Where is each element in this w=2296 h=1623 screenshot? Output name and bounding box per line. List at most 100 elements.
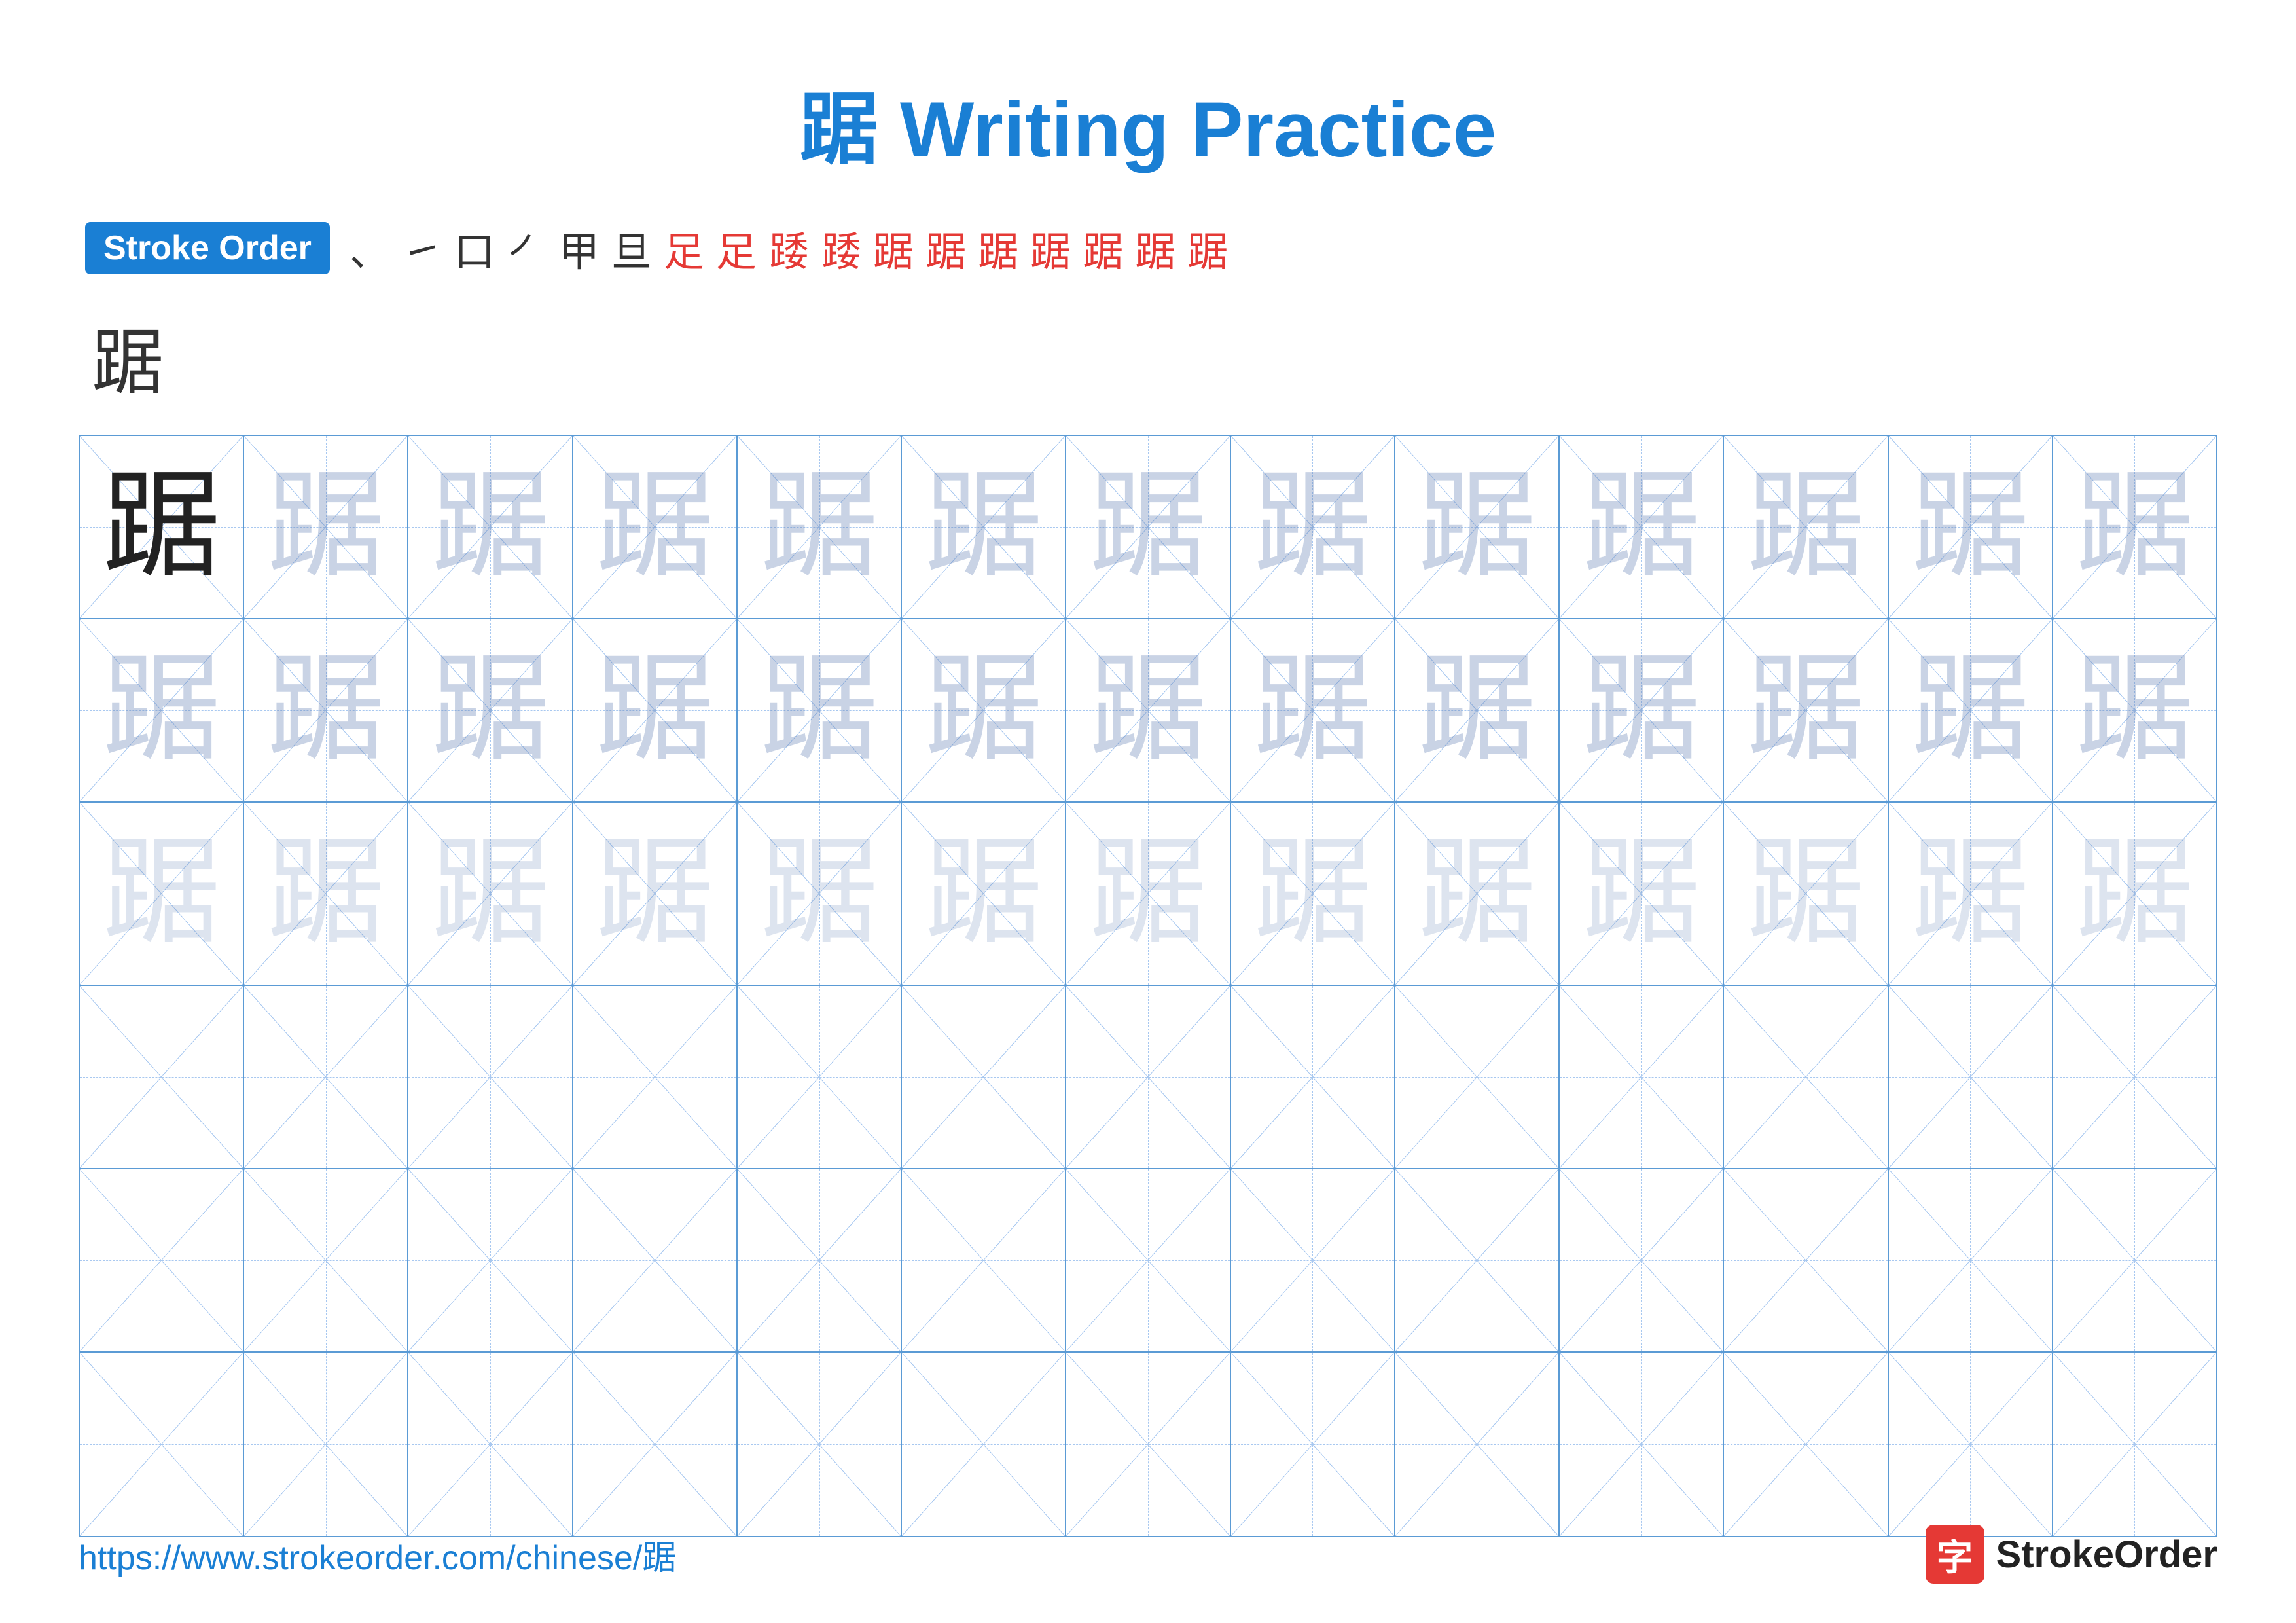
cell-3-11: 踞 [1724,803,1888,986]
cell-1-13: 踞 [2053,436,2216,619]
cell-5-13 [2053,1169,2216,1353]
cell-4-5 [738,986,902,1169]
practice-char-3-8: 踞 [1253,835,1371,953]
cell-6-1 [80,1353,244,1536]
stroke-16: 踞 [1135,219,1175,278]
practice-char-1-6: 踞 [925,468,1043,586]
char-display: 踞 [79,304,2217,409]
stroke-8: 足 [716,219,757,278]
practice-char-3-10: 踞 [1583,835,1700,953]
cell-4-2 [244,986,408,1169]
stroke-3: 口 [454,219,495,278]
cell-1-1: 踞 [80,436,244,619]
cell-3-3: 踞 [408,803,573,986]
practice-char-3-9: 踞 [1418,835,1535,953]
cell-1-7: 踞 [1066,436,1230,619]
footer-url[interactable]: https://www.strokeorder.com/chinese/踞 [79,1530,676,1579]
cell-3-4: 踞 [573,803,738,986]
cell-1-6: 踞 [902,436,1066,619]
practice-char-3-3: 踞 [431,835,549,953]
practice-char-1-11: 踞 [1747,468,1865,586]
strokeorder-icon: 字 [1926,1525,1984,1584]
grid-row-5 [80,1169,2216,1353]
cell-2-13: 踞 [2053,619,2216,803]
cell-6-11 [1724,1353,1888,1536]
cell-6-5 [738,1353,902,1536]
stroke-6: 旦 [611,219,652,278]
cell-5-12 [1889,1169,2053,1353]
cell-1-9: 踞 [1395,436,1560,619]
cell-6-9 [1395,1353,1560,1536]
cell-2-6: 踞 [902,619,1066,803]
cell-6-2 [244,1353,408,1536]
stroke-7: 足 [664,219,704,278]
cell-3-9: 踞 [1395,803,1560,986]
cell-4-6 [902,986,1066,1169]
practice-char-2-10: 踞 [1583,651,1700,769]
grid-row-6 [80,1353,2216,1536]
cell-4-8 [1231,986,1395,1169]
grid-row-1: 踞 踞 踞 踞 踞 踞 踞 [80,436,2216,619]
cell-4-10 [1560,986,1724,1169]
page-title: 踞 Writing Practice [79,65,2217,179]
practice-char-3-2: 踞 [267,835,385,953]
practice-char-3-12: 踞 [1911,835,2029,953]
stroke-1: 、 [350,219,390,278]
cell-6-4 [573,1353,738,1536]
cell-2-5: 踞 [738,619,902,803]
practice-char-1-8: 踞 [1253,468,1371,586]
practice-char-2-4: 踞 [596,651,713,769]
cell-1-2: 踞 [244,436,408,619]
practice-char-2-3: 踞 [431,651,549,769]
practice-char-1-1: 踞 [103,468,221,586]
cell-3-2: 踞 [244,803,408,986]
cell-4-12 [1889,986,2053,1169]
practice-char-2-13: 踞 [2075,651,2193,769]
cell-5-1 [80,1169,244,1353]
cell-1-11: 踞 [1724,436,1888,619]
title-chinese-char: 踞 [800,86,878,173]
cell-2-1: 踞 [80,619,244,803]
cell-3-5: 踞 [738,803,902,986]
cell-1-8: 踞 [1231,436,1395,619]
cell-2-7: 踞 [1066,619,1230,803]
grid-row-2: 踞 踞 踞 踞 踞 踞 踞 [80,619,2216,803]
stroke-chars: 、 ㇀ 口 ㇒ 甲 旦 足 足 踒 踒 踞 踞 踞 踞 踞 踞 踞 [350,219,1228,278]
cell-5-6 [902,1169,1066,1353]
cell-4-1 [80,986,244,1169]
practice-char-1-12: 踞 [1911,468,2029,586]
practice-char-2-7: 踞 [1089,651,1207,769]
cell-3-13: 踞 [2053,803,2216,986]
cell-6-8 [1231,1353,1395,1536]
practice-char-2-5: 踞 [761,651,878,769]
practice-char-3-13: 踞 [2075,835,2193,953]
cell-2-4: 踞 [573,619,738,803]
stroke-order-badge: Stroke Order [85,222,330,274]
cell-6-3 [408,1353,573,1536]
title-text: Writing Practice [878,86,1497,173]
cell-6-10 [1560,1353,1724,1536]
cell-1-12: 踞 [1889,436,2053,619]
cell-4-9 [1395,986,1560,1169]
cell-6-7 [1066,1353,1230,1536]
cell-5-5 [738,1169,902,1353]
practice-char-1-7: 踞 [1089,468,1207,586]
cell-4-4 [573,986,738,1169]
practice-char-2-1: 踞 [103,651,221,769]
cell-1-3: 踞 [408,436,573,619]
practice-char-3-7: 踞 [1089,835,1207,953]
cell-2-3: 踞 [408,619,573,803]
cell-1-4: 踞 [573,436,738,619]
cell-3-12: 踞 [1889,803,2053,986]
practice-char-2-12: 踞 [1911,651,2029,769]
stroke-14: 踞 [1030,219,1071,278]
cell-4-3 [408,986,573,1169]
practice-char-2-11: 踞 [1747,651,1865,769]
cell-5-10 [1560,1169,1724,1353]
practice-char-3-1: 踞 [103,835,221,953]
cell-3-10: 踞 [1560,803,1724,986]
stroke-15: 踞 [1083,219,1123,278]
cell-5-3 [408,1169,573,1353]
stroke-5: 甲 [559,219,600,278]
cell-5-7 [1066,1169,1230,1353]
